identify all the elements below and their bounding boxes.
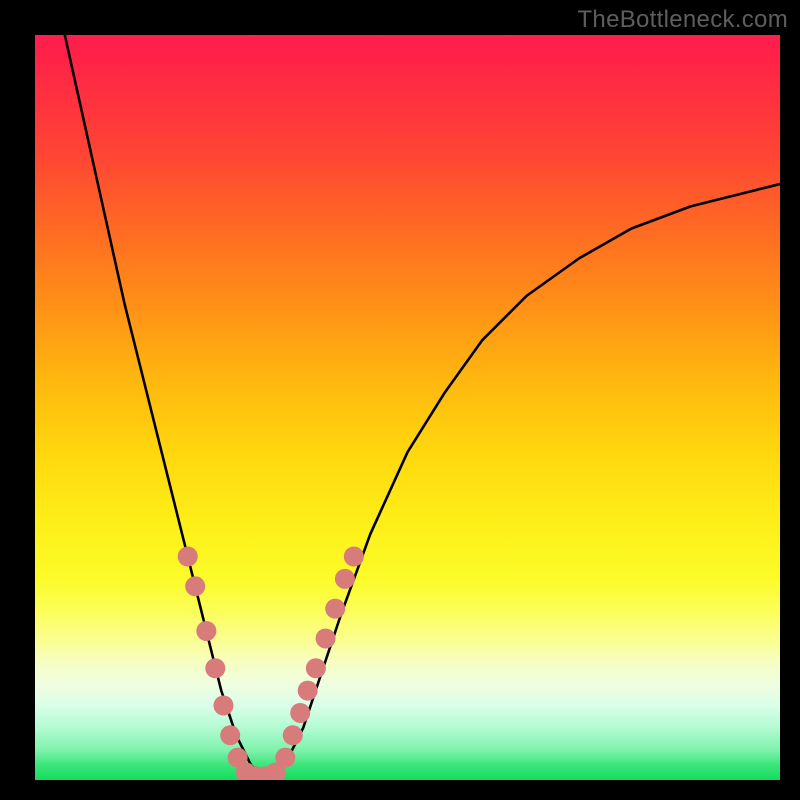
curve-dot (316, 628, 336, 648)
curve-dot (306, 658, 326, 678)
chart-svg (35, 35, 780, 780)
curve-dot (335, 569, 355, 589)
curve-layer (65, 35, 780, 773)
curve-dot (196, 621, 216, 641)
plot-area (35, 35, 780, 780)
curve-dot (275, 748, 295, 768)
markers-layer (178, 547, 364, 781)
curve-dot (325, 599, 345, 619)
curve-dot (344, 547, 364, 567)
curve-dot (185, 576, 205, 596)
curve-dot (298, 681, 318, 701)
curve-dot (213, 696, 233, 716)
bottleneck-curve-path (65, 35, 780, 773)
watermark-text: TheBottleneck.com (577, 6, 788, 34)
curve-dot (178, 547, 198, 567)
curve-dot (205, 658, 225, 678)
chart-frame: TheBottleneck.com (0, 0, 800, 800)
curve-dot (220, 725, 240, 745)
curve-dot (290, 703, 310, 723)
curve-dot (283, 725, 303, 745)
